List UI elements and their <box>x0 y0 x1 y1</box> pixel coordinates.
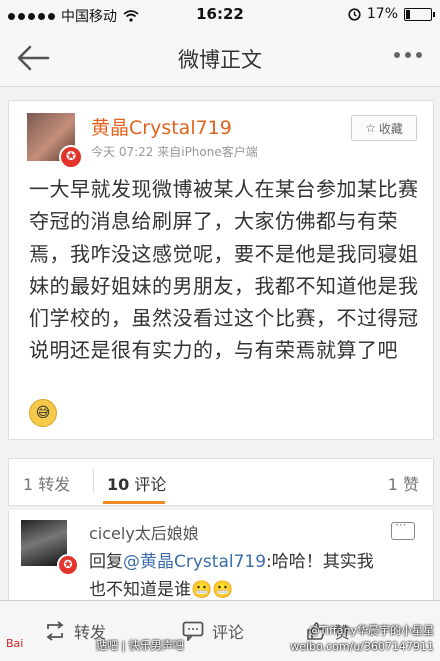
page-title: 微博正文 <box>178 48 262 72</box>
tab-comment[interactable]: 10 评论 <box>107 471 166 495</box>
status-right: 17% <box>348 6 435 22</box>
comment-button-label: 评论 <box>212 623 245 642</box>
active-tab-indicator <box>103 501 165 504</box>
tab-divider <box>93 469 94 493</box>
tieba-watermark: 贴吧 | 快乐男声吧 <box>96 639 184 652</box>
comment-mention[interactable]: @黄晶Crystal719 <box>123 552 266 572</box>
comment-button[interactable]: 评论 <box>182 619 244 643</box>
more-options-icon[interactable] <box>394 52 422 58</box>
repost-label: 转发 <box>38 475 71 494</box>
reply-prefix: 回复 <box>89 552 123 572</box>
post-username[interactable]: 黄晶Crystal719 <box>91 113 232 140</box>
comment-count: 10 <box>107 475 130 494</box>
commenter-name[interactable]: cicely太后娘娘 <box>89 520 199 544</box>
verified-badge-icon: ✪ <box>57 554 79 576</box>
reply-comment-icon[interactable] <box>391 518 415 540</box>
nav-bar: 微博正文 <box>0 30 440 87</box>
battery-fill <box>406 9 411 19</box>
grin-emoji-icon: 😬😬 <box>191 580 234 600</box>
battery-percent: 17% <box>366 6 398 22</box>
favorite-button[interactable]: ☆ 收藏 <box>351 115 417 141</box>
repost-count: 1 <box>23 475 34 494</box>
post-text: 一大早就发现微博被某人在某台参加某比赛夺冠的消息给刷屏了，大家仿佛都与有荣焉，我… <box>29 177 419 363</box>
watermark-user: @Tiffany华晨宇的小星星 <box>308 624 434 637</box>
star-icon: ☆ <box>365 121 376 135</box>
status-bar: 中国移动 16:22 17% <box>0 0 440 30</box>
comment-label: 评论 <box>134 475 167 494</box>
alarm-icon <box>348 7 361 21</box>
like-label: 赞 <box>402 475 419 494</box>
tab-like[interactable]: 1 赞 <box>388 471 419 495</box>
watermark-url: weibo.com/u/3607147911 <box>290 640 434 653</box>
bottom-toolbar: 转发 评论 赞 Bai 贴吧 | 快乐男声吧 @Tiffany华晨宇的小星星 w… <box>0 600 440 661</box>
tab-repost[interactable]: 1 转发 <box>23 471 70 495</box>
post-meta: 今天 07:22 来自iPhone客户端 <box>91 143 258 160</box>
post-source: 来自iPhone客户端 <box>157 145 258 159</box>
favorite-label: 收藏 <box>378 121 403 136</box>
verified-badge-icon: ✪ <box>59 145 83 169</box>
comment-text: 回复@黄晶Crystal719:哈哈！其实我也不知道是谁😬😬 <box>89 548 389 602</box>
weibo-watermark: @Tiffany华晨宇的小星星 weibo.com/u/3607147911 <box>290 623 434 655</box>
post-card: ✪ 黄晶Crystal719 今天 07:22 来自iPhone客户端 ☆ 收藏… <box>8 100 434 440</box>
like-count: 1 <box>387 475 398 494</box>
comment-item: ✪ cicely太后娘娘 回复@黄晶Crystal719:哈哈！其实我也不知道是… <box>8 510 434 603</box>
post-time: 今天 07:22 <box>91 145 154 159</box>
baidu-watermark: Bai <box>6 637 24 650</box>
battery-icon <box>404 7 435 21</box>
interaction-tabs: 1 转发 10 评论 1 赞 <box>8 458 434 506</box>
comment-icon <box>182 621 204 641</box>
repost-icon <box>46 621 64 641</box>
sweat-smile-emoji-icon: 😅 <box>29 399 57 427</box>
